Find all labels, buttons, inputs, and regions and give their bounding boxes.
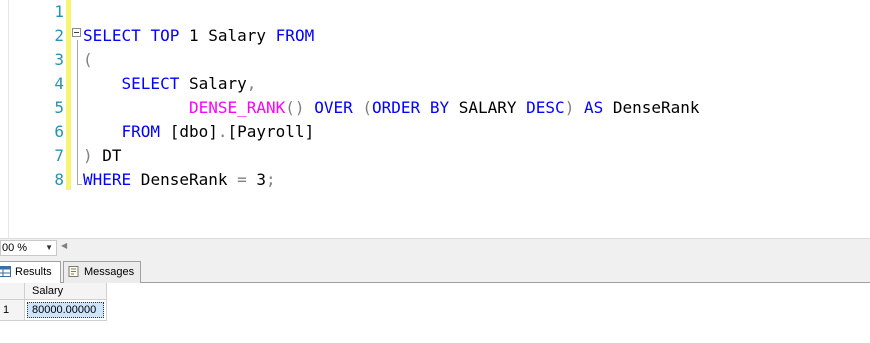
line-number: 6 [54, 122, 64, 141]
outline-guide [77, 40, 78, 185]
code-token: SALARY [449, 98, 527, 117]
row-header[interactable]: 1 [0, 300, 25, 321]
tab-messages-label: Messages [84, 266, 135, 278]
column-header-salary[interactable]: Salary [25, 283, 107, 300]
code-token: Salary [179, 74, 247, 93]
code-token: 3 [246, 170, 267, 189]
grid-icon [0, 266, 11, 277]
code-token: ( [362, 98, 373, 117]
messages-icon [68, 266, 79, 277]
code-token: [dbo] [160, 122, 218, 141]
chevron-down-icon[interactable]: ▼ [45, 241, 53, 255]
grid-cell[interactable]: 80000.00000 [25, 300, 107, 321]
code-token: , [246, 74, 257, 93]
line-number: 2 [54, 26, 64, 45]
collapse-icon[interactable] [72, 28, 81, 37]
line-number: 3 [54, 50, 64, 69]
line-number: 8 [54, 170, 64, 189]
code-line[interactable]: WHERE DenseRank = 3; [83, 168, 276, 192]
code-token: AS [583, 98, 604, 117]
tab-messages[interactable]: Messages [63, 261, 141, 283]
code-line[interactable]: DENSE_RANK() OVER (ORDER BY SALARY DESC)… [83, 96, 700, 120]
scroll-left-arrow-icon[interactable]: ◀ [61, 241, 67, 250]
code-line[interactable]: ) DT [83, 144, 122, 168]
zoom-value: 00 % [2, 242, 28, 254]
line-number: 4 [54, 74, 64, 93]
code-token: ) [83, 146, 93, 165]
zoom-dropdown[interactable]: 00 % ▼ [0, 240, 57, 256]
code-token: SELECT [121, 74, 180, 93]
results-grid[interactable]: Salary 1 80000.00000 [0, 283, 870, 343]
grid-cell-value: 80000.00000 [27, 302, 104, 318]
line-number: 7 [54, 146, 64, 165]
code-token: SELECT [83, 26, 141, 45]
change-tracking-bar [66, 0, 71, 190]
query-editor[interactable]: 1 2 3 4 5 6 7 8 SELECT TOP 1 Salary FROM ( SELEC… [0, 0, 870, 238]
code-line[interactable]: FROM [dbo].[Payroll] [83, 120, 315, 144]
code-token: ; [266, 170, 276, 189]
code-token: FROM [121, 122, 161, 141]
code-token: [Payroll] [227, 122, 315, 141]
code-token: DT [92, 146, 122, 165]
code-token: DENSE_RANK [188, 98, 286, 117]
tab-results[interactable]: Results [0, 261, 61, 284]
code-token: DenseRank [603, 98, 700, 117]
code-token: TOP [150, 26, 180, 45]
code-token: ) [564, 98, 575, 117]
code-token: WHERE [83, 170, 132, 189]
line-number: 1 [54, 2, 64, 21]
code-token: ( [83, 50, 93, 69]
code-token: = [237, 170, 247, 189]
code-line[interactable]: SELECT Salary, [83, 72, 257, 96]
outline-guide-end [77, 184, 82, 185]
code-token: OVER [314, 98, 353, 117]
code-token: 1 Salary [179, 26, 276, 45]
code-token: ORDER [372, 98, 421, 117]
editor-status-strip: 00 % ▼ ◀ [0, 238, 870, 257]
code-line[interactable]: SELECT TOP 1 Salary FROM [83, 24, 314, 48]
grid-corner[interactable] [0, 283, 25, 300]
code-token: FROM [275, 26, 315, 45]
tab-results-label: Results [15, 266, 52, 278]
code-token: () [285, 98, 305, 117]
code-token: . [217, 122, 228, 141]
code-token: BY [429, 98, 450, 117]
code-token: DESC [526, 98, 565, 117]
line-number: 5 [54, 98, 64, 117]
code-line[interactable]: ( [83, 48, 93, 72]
code-token: DenseRank [131, 170, 238, 189]
results-tab-strip: Messages Results [0, 257, 870, 284]
